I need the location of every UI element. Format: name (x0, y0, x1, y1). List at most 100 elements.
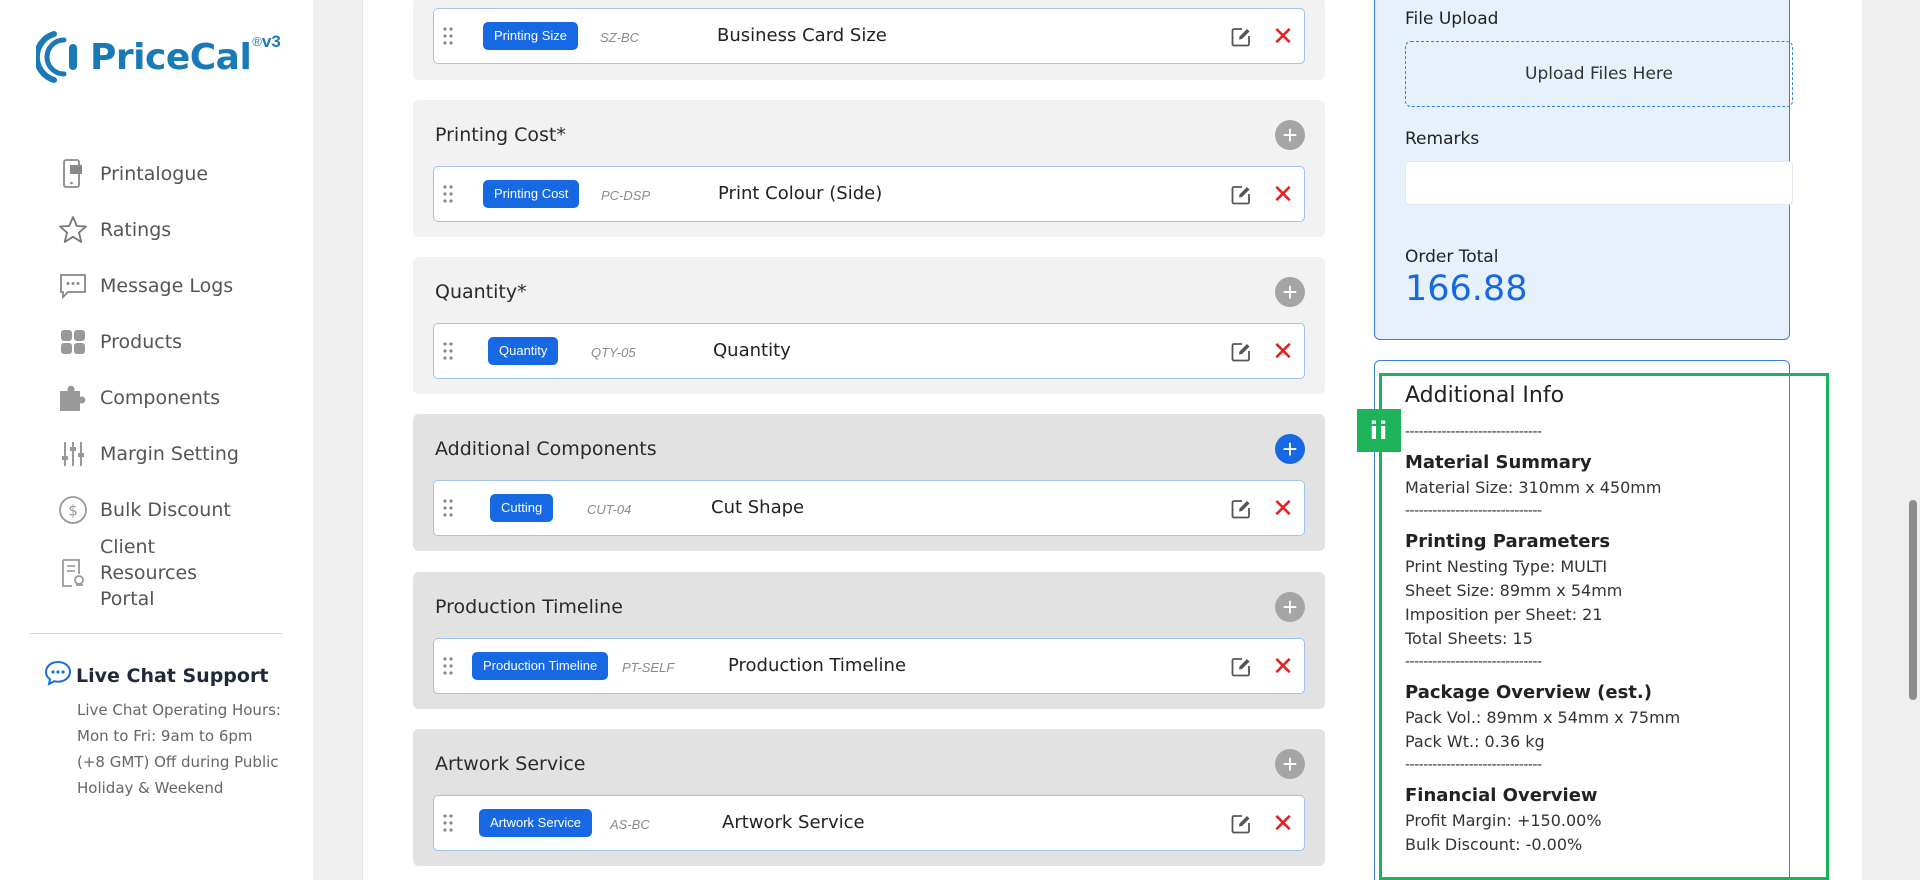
sidebar-item-client-resources-portal[interactable]: Client Resources Portal (56, 536, 296, 610)
component-code: SZ-BC (600, 30, 639, 45)
add-component-button[interactable]: + (1275, 434, 1305, 464)
info-line: Imposition per Sheet: 21 (1405, 605, 1603, 624)
file-upload-dropzone[interactable]: Upload Files Here (1405, 41, 1793, 107)
section-title: Production Timeline (435, 596, 623, 618)
document-icon (56, 557, 90, 589)
sidebar-item-message-logs[interactable]: Message Logs (56, 258, 296, 314)
sidebar-item-label: Products (100, 331, 183, 353)
sidebar-nav: Printalogue Ratings Message Logs Product… (56, 146, 296, 610)
order-total-value: 166.88 (1405, 269, 1528, 309)
component-row[interactable]: Artwork Service AS-BC Artwork Service ✕ (433, 795, 1305, 851)
drag-handle-icon[interactable] (442, 497, 454, 519)
material-summary-heading: Material Summary (1405, 452, 1592, 473)
delete-icon[interactable]: ✕ (1272, 495, 1294, 521)
edit-icon[interactable] (1230, 26, 1252, 48)
delete-icon[interactable]: ✕ (1272, 23, 1294, 49)
delete-icon[interactable]: ✕ (1272, 653, 1294, 679)
additional-info-title: Additional Info (1405, 383, 1565, 408)
star-icon (56, 214, 90, 246)
info-line: Pack Vol.: 89mm x 54mm x 75mm (1405, 708, 1681, 727)
drag-handle-icon[interactable] (442, 340, 454, 362)
add-component-button[interactable]: + (1275, 120, 1305, 150)
delete-icon[interactable]: ✕ (1272, 338, 1294, 364)
svg-text:$: $ (68, 502, 78, 520)
grid-icon (56, 326, 90, 358)
separator: ------------------------------ (1405, 654, 1542, 670)
component-tag[interactable]: Cutting (490, 494, 554, 522)
live-chat-support[interactable]: Live Chat Support Live Chat Operating Ho… (44, 660, 284, 801)
section-title: Additional Components (435, 438, 657, 460)
component-code: AS-BC (610, 817, 650, 832)
chat-title: Live Chat Support (76, 664, 269, 687)
section-additional-components: Additional Components + Cutting CUT-04 C… (413, 414, 1325, 551)
component-name: Artwork Service (722, 812, 865, 833)
sidebar-item-bulk-discount[interactable]: $ Bulk Discount (56, 482, 296, 538)
sidebar-item-label: Margin Setting (100, 443, 239, 465)
sliders-icon (56, 438, 90, 470)
file-upload-label: File Upload (1405, 9, 1499, 29)
add-component-button[interactable]: + (1275, 277, 1305, 307)
dollar-circle-icon: $ (56, 494, 90, 526)
section-quantity: Quantity* + Quantity QTY-05 Quantity ✕ (413, 257, 1325, 394)
sidebar-item-label: Components (100, 387, 221, 409)
component-tag[interactable]: Production Timeline (472, 652, 609, 680)
pricecal-logo[interactable]: PriceCal ® v3 (36, 28, 281, 86)
drag-handle-icon[interactable] (442, 812, 454, 834)
component-row[interactable]: Printing Cost PC-DSP Print Colour (Side)… (433, 166, 1305, 222)
logo-version: v3 (261, 32, 281, 51)
order-panel: File Upload Upload Files Here Remarks Or… (1374, 0, 1793, 340)
component-row[interactable]: Printing Size SZ-BC Business Card Size ✕ (433, 8, 1305, 64)
component-tag[interactable]: Printing Cost (483, 180, 580, 208)
info-line: Bulk Discount: -0.00% (1405, 835, 1583, 854)
info-line: Pack Wt.: 0.36 kg (1405, 732, 1545, 751)
phone-catalog-icon (56, 158, 90, 190)
edit-icon[interactable] (1230, 184, 1252, 206)
component-code: PC-DSP (601, 188, 651, 203)
sidebar-item-components[interactable]: Components (56, 370, 296, 426)
drag-handle-icon[interactable] (442, 655, 454, 677)
logo-registered: ® (252, 33, 262, 49)
sidebar-item-margin-setting[interactable]: Margin Setting (56, 426, 296, 482)
component-tag[interactable]: Artwork Service (479, 809, 593, 837)
component-row[interactable]: Production Timeline PT-SELF Production T… (433, 638, 1305, 694)
printing-parameters-heading: Printing Parameters (1405, 531, 1611, 552)
sidebar-item-label: Printalogue (100, 163, 209, 185)
edit-icon[interactable] (1230, 656, 1252, 678)
sidebar: PriceCal ® v3 Printalogue Ratings Messag… (0, 0, 313, 880)
delete-icon[interactable]: ✕ (1272, 181, 1294, 207)
package-overview-heading: Package Overview (est.) (1405, 682, 1652, 703)
separator: ------------------------------ (1405, 503, 1542, 519)
component-row[interactable]: Cutting CUT-04 Cut Shape ✕ (433, 480, 1305, 536)
chat-bubble-icon (44, 660, 72, 691)
page-scrollbar[interactable] (1909, 500, 1917, 700)
additional-info-content: Additional Info ------------------------… (1405, 383, 1805, 857)
info-line: Sheet Size: 89mm x 54mm (1405, 581, 1623, 600)
sidebar-divider (30, 633, 282, 634)
sidebar-item-label: Message Logs (100, 275, 234, 297)
remarks-input[interactable] (1405, 161, 1793, 205)
financial-overview-heading: Financial Overview (1405, 785, 1598, 806)
component-tag[interactable]: Printing Size (483, 22, 578, 50)
edit-icon[interactable] (1230, 813, 1252, 835)
sidebar-item-products[interactable]: Products (56, 314, 296, 370)
delete-icon[interactable]: ✕ (1272, 810, 1294, 836)
info-line: Material Size: 310mm x 450mm (1405, 478, 1662, 497)
edit-icon[interactable] (1230, 341, 1252, 363)
drag-handle-icon[interactable] (442, 25, 454, 47)
edit-icon[interactable] (1230, 498, 1252, 520)
component-name: Print Colour (Side) (718, 183, 883, 204)
sidebar-item-ratings[interactable]: Ratings (56, 202, 296, 258)
add-component-button[interactable]: + (1275, 592, 1305, 622)
order-total-label: Order Total (1405, 247, 1499, 267)
drag-handle-icon[interactable] (442, 183, 454, 205)
highlight-badge: ii (1357, 409, 1401, 452)
chat-hours: Live Chat Operating Hours: Mon to Fri: 9… (77, 701, 281, 797)
sidebar-item-printalogue[interactable]: Printalogue (56, 146, 296, 202)
section-printing-size: Printing Size SZ-BC Business Card Size ✕ (413, 0, 1325, 80)
component-name: Quantity (713, 340, 791, 361)
logo-text: PriceCal (90, 36, 252, 78)
add-component-button[interactable]: + (1275, 749, 1305, 779)
component-row[interactable]: Quantity QTY-05 Quantity ✕ (433, 323, 1305, 379)
component-tag[interactable]: Quantity (488, 337, 559, 365)
info-line: Total Sheets: 15 (1405, 629, 1533, 648)
